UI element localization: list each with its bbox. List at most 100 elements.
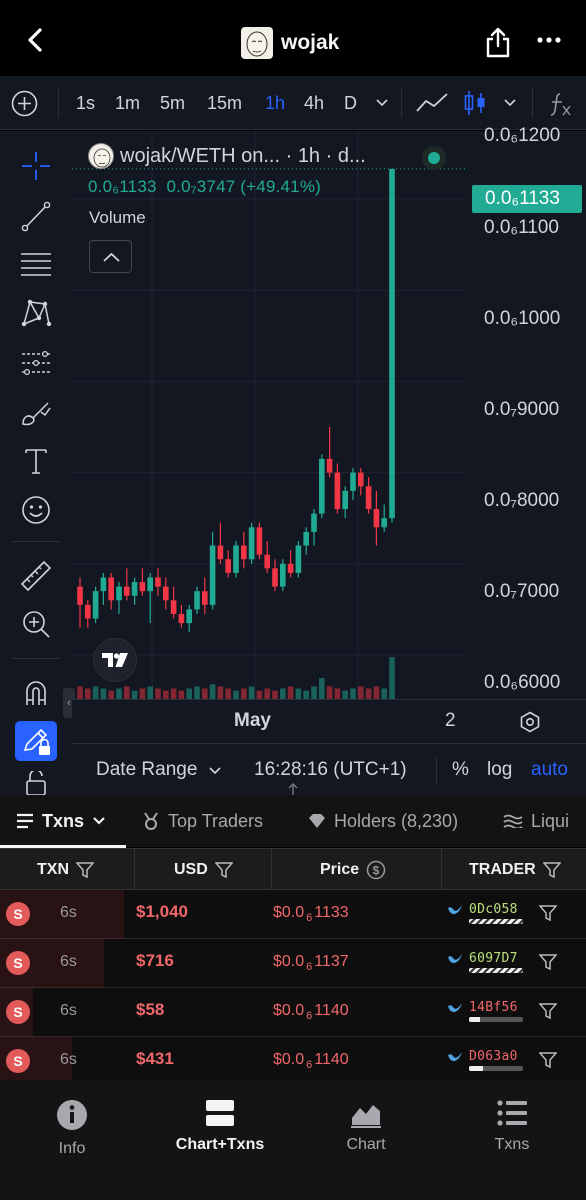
nav-chart[interactable]: Chart (306, 1098, 426, 1154)
trader-address[interactable]: D063a0 (469, 1049, 518, 1064)
trader-address[interactable]: 14Bf56 (469, 1000, 518, 1015)
lock-drawings-tool[interactable] (15, 721, 57, 761)
percent-scale-toggle[interactable]: % (452, 744, 469, 796)
crosshair-tool[interactable] (14, 146, 58, 186)
table-row[interactable]: S 6s $1,040 $0.0 6 1133 0Dc058 (0, 890, 586, 939)
collapse-indicators-button[interactable] (89, 240, 132, 273)
time-scale[interactable]: May 2 (72, 699, 586, 743)
interval-1m[interactable]: 1m (115, 76, 140, 130)
column-price[interactable]: Price $ (320, 849, 386, 891)
tab-top-traders[interactable]: Top Traders (142, 795, 263, 847)
share-icon[interactable] (484, 26, 512, 58)
candle-body[interactable] (77, 586, 83, 605)
candle-body[interactable] (365, 486, 372, 510)
candle-body[interactable] (124, 586, 130, 596)
candle-body[interactable] (170, 600, 177, 614)
pattern-tool[interactable] (14, 293, 58, 333)
log-scale-toggle[interactable]: log (487, 744, 512, 796)
filter-trader-icon[interactable] (539, 904, 557, 922)
candle-body[interactable] (319, 458, 325, 514)
table-row[interactable]: S 6s $431 $0.0 6 1140 D063a0 (0, 1037, 586, 1086)
candle-body[interactable] (139, 582, 146, 592)
forecast-tool[interactable] (14, 343, 58, 383)
back-arrow-icon[interactable] (22, 26, 50, 54)
column-txn[interactable]: TXN (37, 849, 94, 891)
filter-icon[interactable] (214, 861, 233, 879)
candle-body[interactable] (326, 458, 333, 473)
column-trader[interactable]: TRADER (469, 849, 561, 891)
tab-holders[interactable]: Holders (8,230) (308, 795, 458, 847)
dollar-toggle-icon[interactable]: $ (366, 860, 386, 880)
candle-body[interactable] (155, 577, 161, 587)
candle-body[interactable] (272, 568, 278, 587)
trader-cell[interactable]: 0Dc058 (447, 900, 523, 928)
tab-liquidity[interactable]: Liqui (503, 795, 569, 847)
date-range-chevron-icon[interactable] (208, 766, 222, 776)
line-chart-type-icon[interactable] (415, 91, 449, 115)
column-usd[interactable]: USD (174, 849, 233, 891)
candle-body[interactable] (358, 472, 364, 487)
candle-body[interactable] (202, 591, 208, 605)
trader-cell[interactable]: 14Bf56 (447, 998, 523, 1026)
candle-body[interactable] (280, 563, 286, 587)
candle-body[interactable] (264, 554, 270, 569)
candle-body[interactable] (342, 490, 348, 510)
table-row[interactable]: S 6s $716 $0.0 6 1137 6097D7 (0, 939, 586, 988)
zoom-tool[interactable] (14, 604, 58, 644)
text-tool[interactable] (14, 441, 58, 481)
indicators-fx-icon[interactable] (548, 90, 574, 118)
filter-trader-icon[interactable] (539, 953, 557, 971)
date-range-button[interactable]: Date Range (96, 744, 197, 796)
candle-body[interactable] (131, 582, 138, 596)
brush-tool[interactable] (14, 393, 58, 433)
trader-cell[interactable]: D063a0 (447, 1047, 523, 1075)
trader-address[interactable]: 6097D7 (469, 951, 518, 966)
interval-1h[interactable]: 1h (265, 76, 285, 130)
filter-icon[interactable] (76, 861, 94, 879)
volume-indicator-label[interactable]: Volume (89, 208, 146, 228)
candle-body[interactable] (287, 563, 294, 573)
trend-line-tool[interactable] (14, 196, 58, 236)
emoji-tool[interactable] (14, 490, 58, 530)
candle-body[interactable] (92, 591, 99, 619)
candle-body[interactable] (186, 609, 192, 624)
filter-trader-icon[interactable] (539, 1002, 557, 1020)
auto-scale-toggle[interactable]: auto (531, 744, 568, 796)
filter-trader-icon[interactable] (539, 1051, 557, 1069)
trader-cell[interactable]: 6097D7 (447, 949, 523, 977)
candle-body[interactable] (248, 527, 255, 560)
interval-15m[interactable]: 15m (207, 76, 242, 130)
candle-body[interactable] (194, 591, 200, 610)
candle-body[interactable] (381, 518, 387, 528)
candle-body[interactable] (147, 577, 153, 592)
legend-title[interactable]: wojak/WETH on... · 1h · d... (120, 145, 366, 168)
nav-txns[interactable]: Txns (452, 1098, 572, 1154)
add-symbol-icon[interactable] (11, 90, 38, 117)
interval-4h[interactable]: 4h (304, 76, 324, 130)
candle-body[interactable] (295, 545, 302, 573)
candle-body[interactable] (85, 604, 91, 619)
table-row[interactable]: S 6s $58 $0.0 6 1140 14Bf56 (0, 988, 586, 1037)
candle-body[interactable] (256, 527, 263, 555)
magnet-tool[interactable] (14, 672, 58, 712)
trader-address[interactable]: 0Dc058 (469, 902, 518, 917)
candle-body[interactable] (303, 531, 309, 546)
filter-icon[interactable] (542, 861, 561, 879)
candle-body[interactable] (389, 168, 395, 519)
fib-tool[interactable] (14, 244, 58, 284)
chart-type-dropdown-icon[interactable] (503, 98, 517, 108)
more-options-icon[interactable] (536, 33, 562, 47)
settings-gear-icon[interactable] (519, 711, 541, 733)
candle-body[interactable] (350, 472, 356, 491)
tradingview-logo[interactable] (93, 638, 137, 682)
candle-body[interactable] (178, 613, 185, 624)
candle-body[interactable] (233, 545, 239, 573)
interval-dropdown-icon[interactable] (375, 98, 389, 108)
nav-chart-txns[interactable]: Chart+Txns (160, 1098, 280, 1154)
candle-body[interactable] (209, 545, 216, 605)
tab-txns[interactable]: Txns (16, 795, 106, 847)
candle-body[interactable] (311, 513, 317, 532)
candle-body[interactable] (217, 545, 224, 560)
candle-body[interactable] (163, 586, 169, 601)
candle-body[interactable] (241, 545, 247, 560)
